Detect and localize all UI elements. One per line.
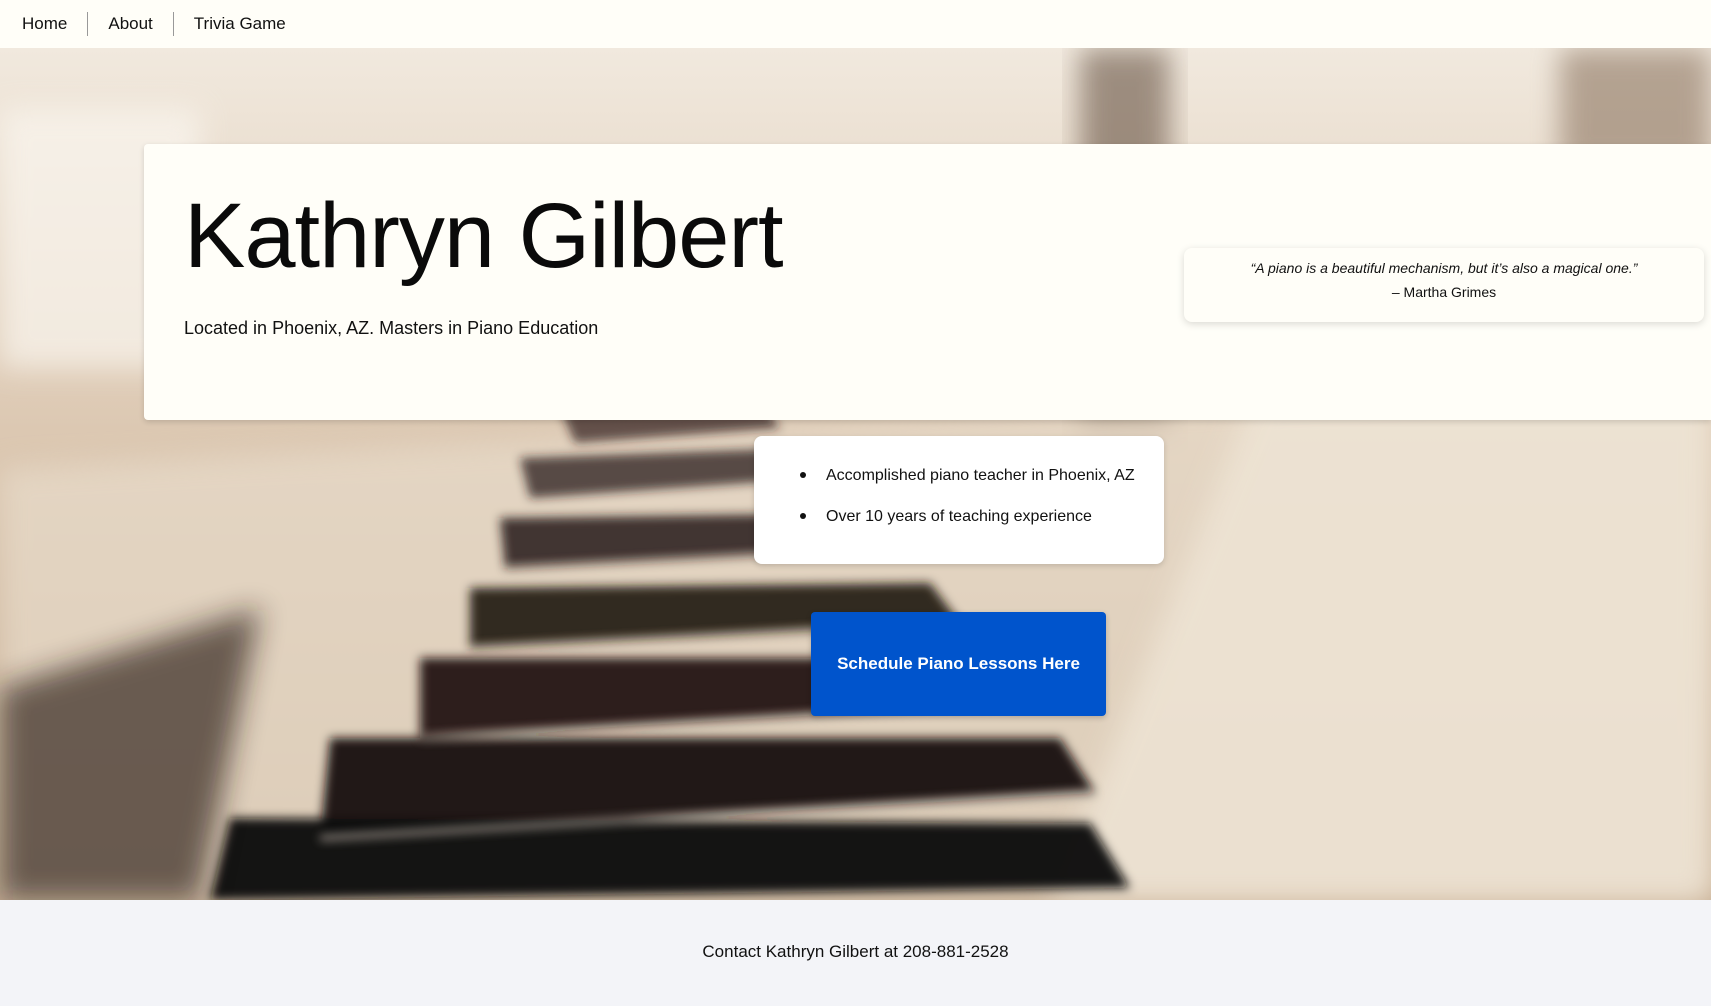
contact-text: Contact Kathryn Gilbert at 208-881-2528: [702, 942, 1009, 961]
page-title: Kathryn Gilbert: [184, 185, 784, 287]
page: Home About Trivia Game Kathryn Gilbert L…: [0, 0, 1711, 1006]
quote-text: “A piano is a beautiful mechanism, but i…: [1250, 260, 1638, 276]
quote-card: “A piano is a beautiful mechanism, but i…: [1184, 248, 1704, 322]
facts-list: Accomplished piano teacher in Phoenix, A…: [754, 436, 1164, 527]
quote-author: – Martha Grimes: [1391, 284, 1497, 300]
schedule-lessons-button[interactable]: Schedule Piano Lessons Here: [811, 612, 1106, 716]
nav-home-link[interactable]: Home: [2, 12, 89, 36]
footer: Contact Kathryn Gilbert at 208-881-2528: [0, 900, 1711, 1006]
nav-about-link[interactable]: About: [88, 12, 174, 36]
list-item: Over 10 years of teaching experience: [818, 505, 1164, 527]
facts-card: Accomplished piano teacher in Phoenix, A…: [754, 436, 1164, 564]
top-nav: Home About Trivia Game: [0, 0, 1711, 48]
name-card: Kathryn Gilbert Located in Phoenix, AZ. …: [144, 144, 1711, 420]
list-item: Accomplished piano teacher in Phoenix, A…: [818, 464, 1164, 486]
location-subtitle: Located in Phoenix, AZ. Masters in Piano…: [184, 318, 599, 338]
nav-trivia-game-link[interactable]: Trivia Game: [174, 12, 306, 36]
